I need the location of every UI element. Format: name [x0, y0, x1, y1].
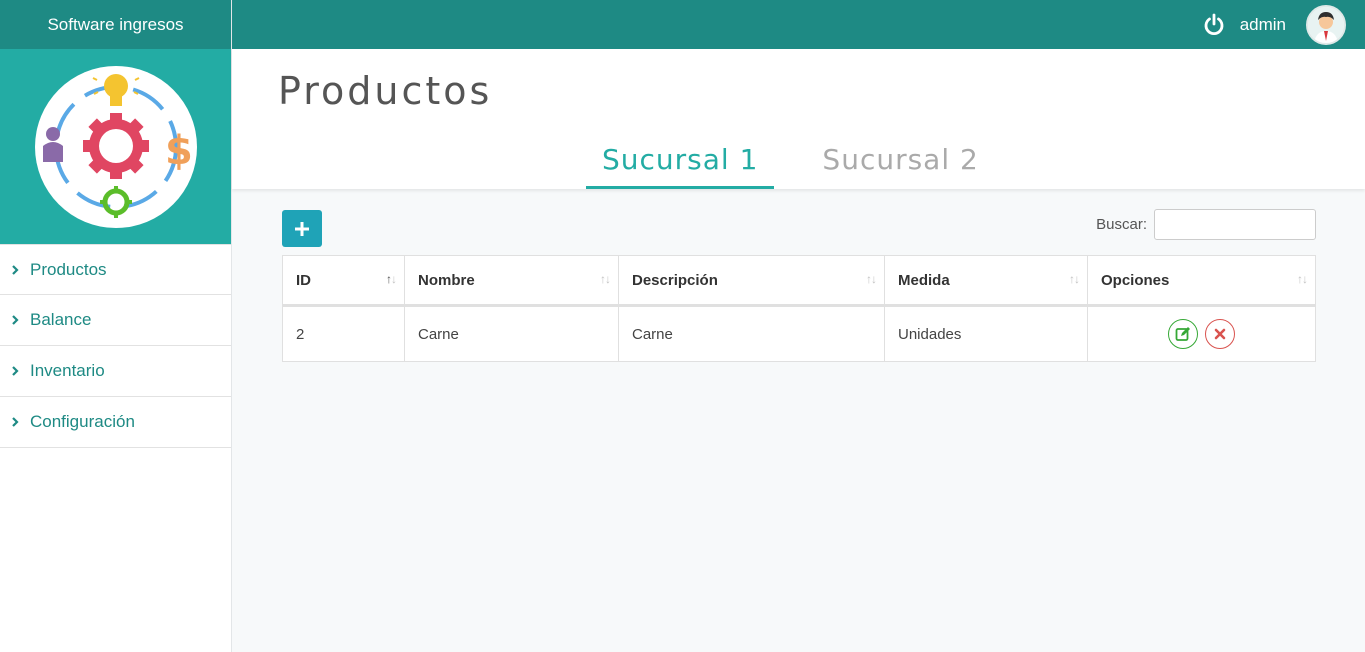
page-header: Productos Sucursal 1 Sucursal 2 — [232, 49, 1365, 189]
sidebar-item-label: Configuración — [30, 412, 135, 431]
close-icon — [1214, 328, 1225, 340]
app-title: Software ingresos — [0, 0, 231, 49]
sidebar-nav: Productos Balance Inventario Configuraci… — [0, 244, 231, 448]
sidebar-item-productos[interactable]: Productos — [0, 244, 231, 295]
column-header-opciones[interactable]: Opciones ↑↓ — [1087, 255, 1316, 307]
table-header-row: ID ↑↓ Nombre ↑↓ Descripción ↑↓ Medida ↑↓… — [282, 255, 1316, 307]
branch-tabs: Sucursal 1 Sucursal 2 — [586, 139, 1027, 189]
sort-icon: ↑↓ — [386, 272, 397, 286]
table-row: 2 Carne Carne Unidades — [282, 305, 1316, 362]
sort-icon: ↑↓ — [1297, 272, 1308, 286]
chevron-right-icon — [10, 366, 20, 376]
sidebar-item-inventario[interactable]: Inventario — [0, 346, 231, 397]
search-box: Buscar: — [1096, 209, 1316, 240]
cell-id: 2 — [282, 305, 405, 362]
page-title: Productos — [278, 69, 493, 113]
search-input[interactable] — [1154, 209, 1316, 240]
column-label: Nombre — [418, 271, 475, 289]
edit-button[interactable] — [1168, 319, 1199, 349]
sort-icon: ↑↓ — [1069, 272, 1080, 286]
column-label: ID — [296, 271, 311, 289]
sort-icon: ↑↓ — [600, 272, 611, 286]
avatar[interactable] — [1306, 4, 1346, 45]
app-logo: $ — [34, 65, 197, 228]
tab-sucursal-2[interactable]: Sucursal 2 — [806, 139, 994, 189]
chevron-right-icon — [10, 315, 20, 325]
svg-text:$: $ — [165, 128, 193, 174]
column-label: Opciones — [1101, 271, 1170, 289]
column-header-descripcion[interactable]: Descripción ↑↓ — [618, 255, 885, 307]
edit-icon — [1176, 327, 1191, 341]
sidebar-item-label: Inventario — [30, 361, 105, 380]
sidebar-item-label: Productos — [30, 259, 107, 279]
column-header-medida[interactable]: Medida ↑↓ — [884, 255, 1088, 307]
sort-icon: ↑↓ — [866, 272, 877, 286]
delete-button[interactable] — [1204, 319, 1235, 349]
sidebar: Software ingresos $ Productos Balance In… — [0, 0, 232, 652]
column-header-nombre[interactable]: Nombre ↑↓ — [404, 255, 619, 307]
tab-sucursal-1[interactable]: Sucursal 1 — [586, 139, 775, 189]
power-icon[interactable] — [1202, 13, 1226, 37]
search-label: Buscar: — [1096, 216, 1147, 233]
chevron-right-icon — [10, 264, 20, 275]
chevron-right-icon — [10, 417, 20, 427]
cell-descripcion: Carne — [618, 305, 885, 362]
column-label: Descripción — [632, 271, 718, 289]
products-table: ID ↑↓ Nombre ↑↓ Descripción ↑↓ Medida ↑↓… — [282, 255, 1316, 362]
sidebar-item-balance[interactable]: Balance — [0, 295, 231, 346]
cell-opciones — [1087, 305, 1316, 362]
cell-medida: Unidades — [884, 305, 1088, 362]
username[interactable]: admin — [1240, 15, 1286, 35]
sidebar-item-configuracion[interactable]: Configuración — [0, 397, 231, 448]
logo-area: $ — [0, 49, 231, 244]
column-label: Medida — [898, 271, 950, 289]
column-header-id[interactable]: ID ↑↓ — [282, 255, 405, 307]
plus-icon — [295, 221, 309, 236]
cell-nombre: Carne — [404, 305, 619, 362]
sidebar-item-label: Balance — [30, 310, 92, 329]
topbar: admin — [232, 0, 1365, 49]
add-product-button[interactable] — [282, 210, 322, 247]
